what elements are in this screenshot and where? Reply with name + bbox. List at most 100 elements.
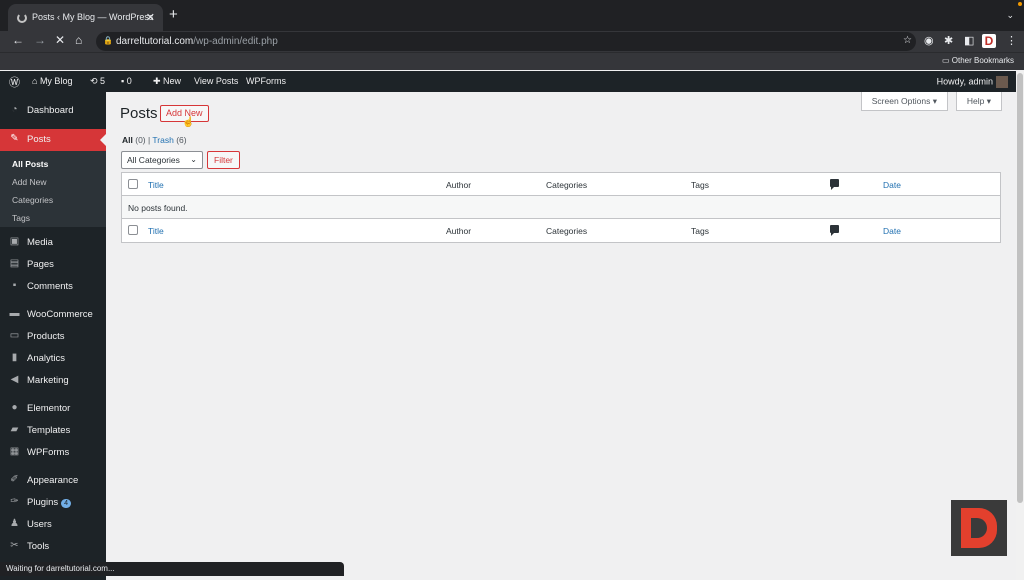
wp-admin-bar: Ⓦ ⌂ My Blog ⟲ 5 ▪ 0 ✚ New View Posts WPF… bbox=[0, 71, 1016, 92]
sidebar-item-pages[interactable]: ▤ Pages bbox=[0, 254, 106, 276]
category-filter-select[interactable]: All Categories ⌄ bbox=[121, 151, 203, 169]
table-header-row: Title Author Categories Tags Date bbox=[122, 173, 1000, 196]
sidebar-item-appearance[interactable]: ✐ Appearance bbox=[0, 470, 106, 492]
column-title[interactable]: Title bbox=[148, 180, 164, 190]
sidebar-item-users[interactable]: ♟ Users bbox=[0, 514, 106, 536]
hand-cursor-icon: ☝ bbox=[182, 117, 195, 128]
browser-status-bar: Waiting for darreltutorial.com... bbox=[0, 562, 344, 576]
tab-title: Posts ‹ My Blog — WordPress bbox=[32, 12, 154, 22]
bookmarks-bar: ▭ Other Bookmarks bbox=[0, 52, 1024, 70]
sidebar-item-analytics[interactable]: ▮ Analytics bbox=[0, 348, 106, 370]
page-scrollbar[interactable] bbox=[1016, 71, 1024, 580]
view-trash-link[interactable]: Trash bbox=[152, 135, 173, 145]
more-icon[interactable]: ⋮ bbox=[1006, 34, 1017, 47]
empty-message: No posts found. bbox=[128, 203, 188, 213]
notification-dot bbox=[1018, 2, 1022, 6]
elementor-icon: ● bbox=[11, 402, 18, 413]
browser-toolbar: ← → ✕ ⌂ 🔒 darreltutorial.com/wp-admin/ed… bbox=[0, 31, 1024, 52]
sidebar-item-plugins[interactable]: ✑ Plugins 4 bbox=[0, 492, 106, 514]
close-tab-icon[interactable]: ✕ bbox=[146, 11, 155, 24]
analytics-icon: ▮ bbox=[11, 352, 18, 363]
column-date-footer[interactable]: Date bbox=[883, 226, 901, 236]
stop-icon[interactable]: ✕ bbox=[55, 33, 65, 47]
posts-table: Title Author Categories Tags Date No pos… bbox=[121, 172, 1001, 243]
pin-icon: ✎ bbox=[10, 133, 19, 144]
address-bar[interactable]: 🔒 darreltutorial.com/wp-admin/edit.php ☆ bbox=[96, 32, 916, 51]
site-name-link[interactable]: ⌂ My Blog bbox=[32, 76, 72, 86]
sidepanel-icon[interactable]: ◧ bbox=[964, 34, 974, 47]
dashboard-icon: ◔ bbox=[11, 104, 18, 115]
submenu-tags[interactable]: Tags bbox=[12, 213, 30, 223]
lock-icon: 🔒 bbox=[103, 36, 113, 45]
sidebar-item-products[interactable]: ▭ Products bbox=[0, 326, 106, 348]
url-domain: darreltutorial.com bbox=[116, 36, 194, 47]
chevron-down-icon[interactable]: ⌄ bbox=[1006, 10, 1014, 21]
submenu-categories[interactable]: Categories bbox=[12, 195, 53, 205]
plug-icon: ✑ bbox=[10, 496, 19, 507]
table-footer-row: Title Author Categories Tags Date bbox=[122, 219, 1000, 242]
select-all-checkbox-footer[interactable] bbox=[128, 225, 138, 235]
column-categories: Categories bbox=[546, 180, 588, 190]
forward-icon[interactable]: → bbox=[34, 33, 46, 47]
new-content-link[interactable]: ✚ New bbox=[153, 76, 181, 87]
sidebar-item-elementor[interactable]: ● Elementor bbox=[0, 398, 106, 420]
page-title: Posts bbox=[120, 105, 158, 122]
sidebar-item-wpforms[interactable]: ▦ WPForms bbox=[0, 442, 106, 464]
sidebar-item-woocommerce[interactable]: ▬ WooCommerce bbox=[0, 304, 106, 326]
view-all-link[interactable]: All bbox=[122, 135, 133, 145]
home-icon[interactable]: ⌂ bbox=[75, 33, 82, 47]
star-icon[interactable]: ☆ bbox=[903, 35, 912, 46]
comments-link[interactable]: ▪ 0 bbox=[121, 76, 132, 86]
column-title-footer[interactable]: Title bbox=[148, 226, 164, 236]
column-tags-footer: Tags bbox=[691, 226, 709, 236]
other-bookmarks[interactable]: ▭ Other Bookmarks bbox=[942, 56, 1014, 65]
extensions-icon[interactable]: ✱ bbox=[944, 34, 953, 47]
wpforms-icon: ▦ bbox=[9, 446, 20, 457]
folder-icon: ▰ bbox=[10, 424, 19, 435]
caret-down-icon: ▾ bbox=[932, 96, 937, 106]
back-icon[interactable]: ← bbox=[12, 33, 24, 47]
comment-icon: ▪ bbox=[12, 280, 17, 291]
select-all-checkbox[interactable] bbox=[128, 179, 138, 189]
admin-sidebar: ◔ Dashboard ✎ Posts All Posts Add New Cate… bbox=[0, 92, 106, 580]
updates-link[interactable]: ⟲ 5 bbox=[90, 76, 105, 87]
screen-options-button[interactable]: Screen Options ▾ bbox=[860, 92, 948, 111]
browser-tab-strip: Posts ‹ My Blog — WordPress ✕ + ⌄ bbox=[0, 0, 1024, 31]
posts-submenu: All Posts Add New Categories Tags bbox=[0, 151, 106, 227]
wordpress-logo-icon[interactable]: Ⓦ bbox=[9, 74, 20, 90]
megaphone-icon: ◀ bbox=[10, 374, 19, 385]
sidebar-item-posts[interactable]: ✎ Posts bbox=[0, 129, 106, 151]
comments-column-icon-footer[interactable] bbox=[830, 225, 839, 236]
chevron-down-icon: ⌄ bbox=[190, 155, 197, 164]
account-menu[interactable]: Howdy, admin bbox=[937, 76, 1008, 88]
sidebar-item-templates[interactable]: ▰ Templates bbox=[0, 420, 106, 442]
post-status-views: All (0) | Trash (6) bbox=[122, 135, 187, 145]
sidebar-item-marketing[interactable]: ◀ Marketing bbox=[0, 370, 106, 392]
caret-down-icon: ▾ bbox=[986, 96, 991, 106]
brush-icon: ✐ bbox=[10, 474, 19, 485]
sidebar-item-media[interactable]: ▣ Media bbox=[0, 232, 106, 254]
wrench-icon: ✂ bbox=[10, 540, 19, 551]
column-author: Author bbox=[446, 180, 472, 190]
table-row: No posts found. bbox=[122, 196, 1000, 219]
loading-icon bbox=[17, 13, 27, 23]
browser-tab[interactable]: Posts ‹ My Blog — WordPress ✕ bbox=[8, 4, 163, 31]
comments-column-icon[interactable] bbox=[830, 179, 839, 190]
sidebar-item-dashboard[interactable]: ◔ Dashboard bbox=[0, 100, 106, 122]
sidebar-item-tools[interactable]: ✂ Tools bbox=[0, 536, 106, 558]
help-button[interactable]: Help ▾ bbox=[955, 92, 1002, 111]
woocommerce-icon: ▬ bbox=[9, 308, 20, 319]
submenu-add-new[interactable]: Add New bbox=[12, 177, 47, 187]
sidebar-item-comments[interactable]: ▪ Comments bbox=[0, 276, 106, 298]
camera-icon[interactable]: ◉ bbox=[924, 34, 934, 47]
profile-d-icon[interactable]: D bbox=[982, 34, 996, 48]
products-icon: ▭ bbox=[9, 330, 20, 341]
scrollbar-thumb[interactable] bbox=[1017, 73, 1023, 503]
filter-button[interactable]: Filter bbox=[207, 151, 240, 169]
wpforms-link[interactable]: WPForms bbox=[246, 76, 286, 86]
user-icon: ♟ bbox=[10, 518, 19, 529]
new-tab-icon[interactable]: + bbox=[169, 6, 178, 23]
view-posts-link[interactable]: View Posts bbox=[194, 76, 238, 86]
column-date[interactable]: Date bbox=[883, 180, 901, 190]
submenu-all-posts[interactable]: All Posts bbox=[12, 159, 48, 169]
